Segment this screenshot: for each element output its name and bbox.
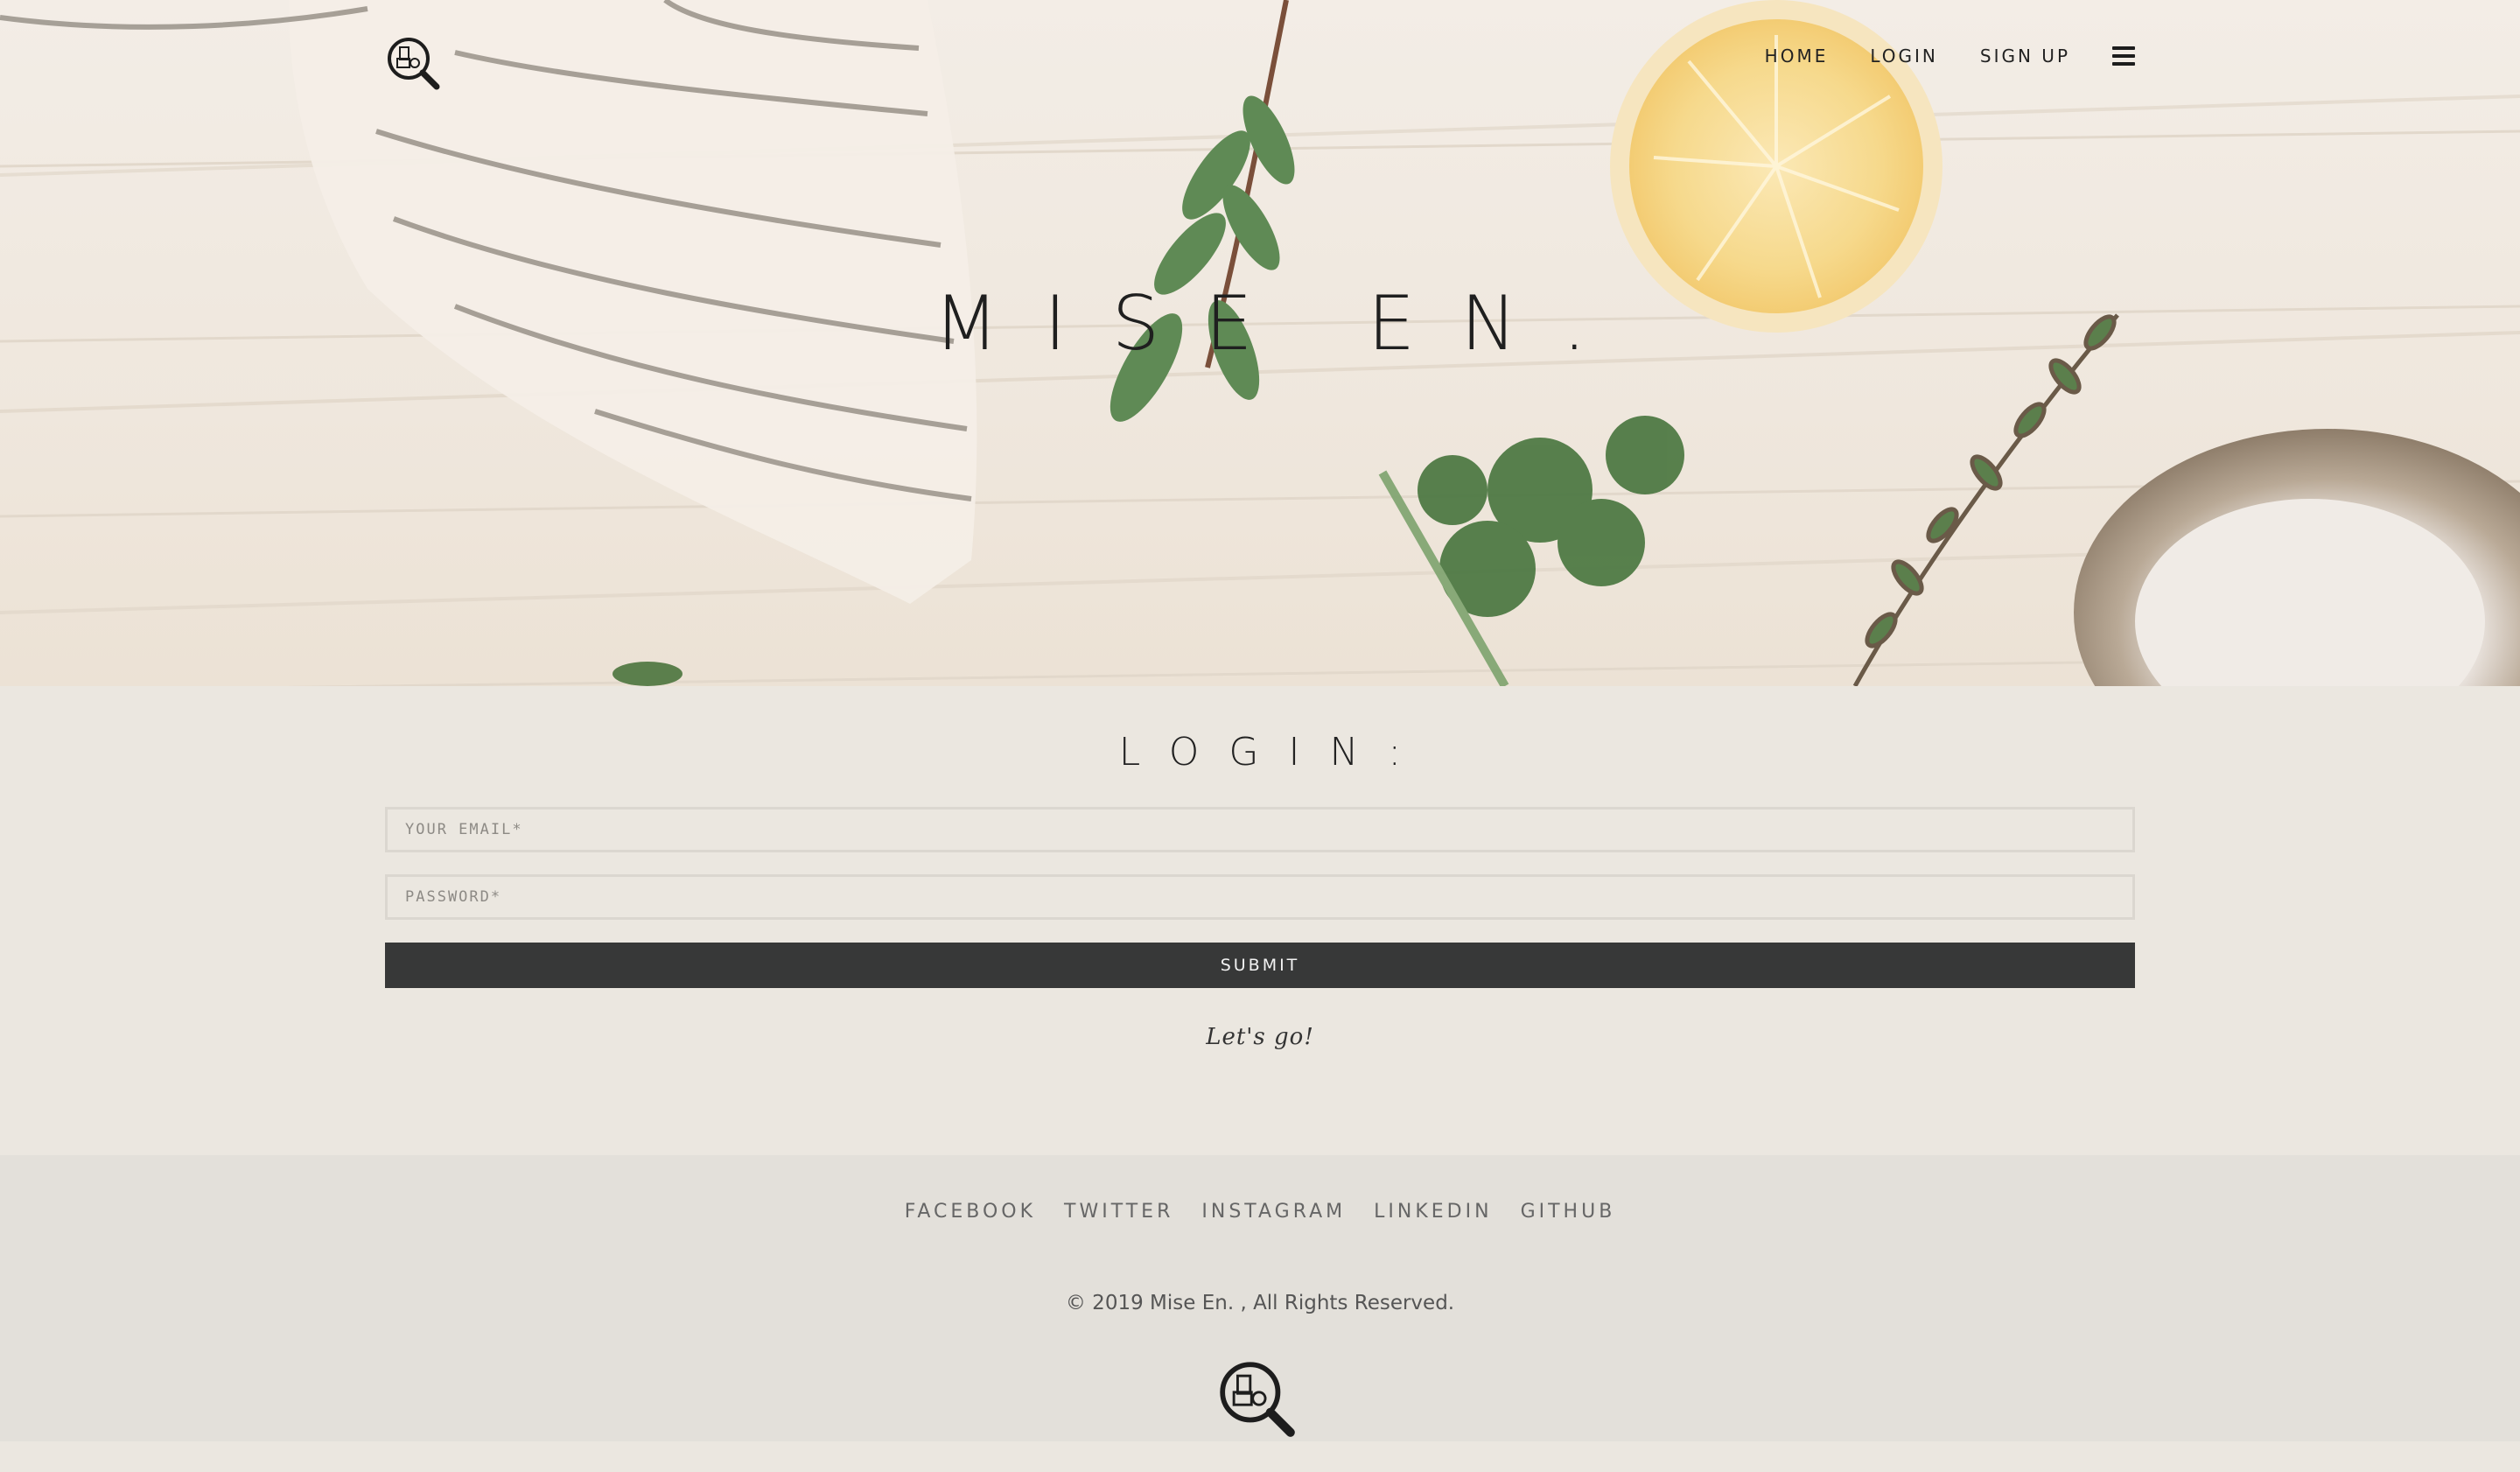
password-field[interactable] [385,874,2135,920]
hero-banner: HOME LOGIN SIGN UP MISE EN. [0,0,2520,686]
login-tagline: Let's go! [1206,1024,1314,1050]
hamburger-menu-icon[interactable] [2112,46,2135,66]
login-section: LOGIN: SUBMIT Let's go! [0,686,2520,1155]
nav-login-link[interactable]: LOGIN [1870,46,1938,67]
facebook-link[interactable]: FACEBOOK [905,1201,1036,1223]
page-bottom-strip [0,1441,2520,1472]
nav-signup-link[interactable]: SIGN UP [1980,46,2070,67]
nav-home-link[interactable]: HOME [1765,46,1829,67]
linkedin-link[interactable]: LINKEDIN [1374,1201,1492,1223]
submit-button[interactable]: SUBMIT [385,943,2135,988]
email-field[interactable] [385,807,2135,852]
twitter-link[interactable]: TWITTER [1064,1201,1173,1223]
social-links: FACEBOOK TWITTER INSTAGRAM LINKEDIN GITH… [0,1201,2520,1223]
site-title: MISE EN. [934,280,1632,368]
instagram-link[interactable]: INSTAGRAM [1201,1201,1346,1223]
github-link[interactable]: GITHUB [1521,1201,1616,1223]
top-nav: HOME LOGIN SIGN UP [1723,39,2135,74]
footer: FACEBOOK TWITTER INSTAGRAM LINKEDIN GITH… [0,1155,2520,1441]
copyright-text: © 2019 Mise En. , All Rights Reserved. [1065,1292,1455,1314]
login-heading: LOGIN: [1118,730,1432,775]
logo-icon[interactable] [385,35,441,91]
footer-logo-icon [1216,1358,1297,1439]
